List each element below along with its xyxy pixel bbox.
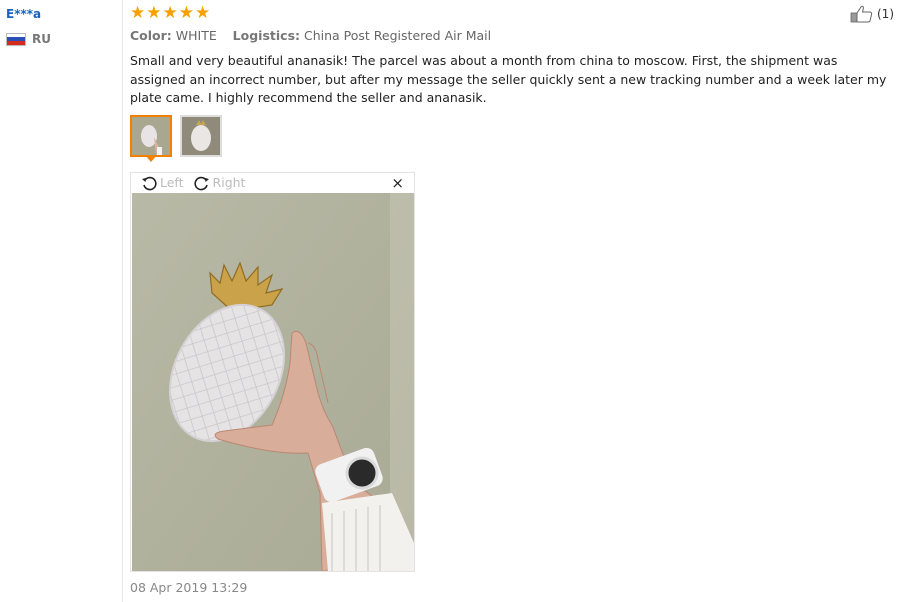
star-icon: ★ [195,3,211,23]
viewer-toolbar: Left Right × [131,173,414,192]
star-icon: ★ [162,3,178,23]
color-label: Color: [130,28,172,43]
star-icon: ★ [146,3,162,23]
star-rating: ★ ★ ★ ★ ★ [130,4,210,22]
review-photo [132,193,414,571]
country-code: RU [32,32,51,46]
review-thumbnails [130,115,222,157]
rotate-right-button[interactable]: Right [193,175,246,191]
rotate-left-icon [142,176,157,190]
photo-thumbnail-2[interactable] [180,115,222,157]
review-date: 08 Apr 2019 13:29 [130,580,248,595]
review-text: Small and very beautiful ananasik! The p… [130,53,887,105]
logistics-value: China Post Registered Air Mail [304,28,492,43]
helpful-count: (1) [877,7,894,21]
helpful-button[interactable]: (1) [850,5,894,23]
photo-thumbnail-1[interactable] [130,115,172,157]
rotate-left-label: Left [160,175,184,190]
reviewer-country: RU [6,32,51,46]
close-icon[interactable]: × [391,174,404,192]
rotate-right-icon [193,176,209,190]
rotate-left-button[interactable]: Left [141,175,184,191]
thumbs-up-icon [850,5,873,23]
russia-flag-icon [6,32,26,46]
photo-viewer: Left Right × [130,172,415,572]
rotate-right-label: Right [212,175,246,190]
star-icon: ★ [178,3,194,23]
logistics-label: Logistics: [232,28,301,43]
order-meta: Color: WHITE Logistics: China Post Regis… [130,28,491,43]
reviewer-name[interactable]: E***a [6,7,41,21]
star-icon: ★ [130,3,146,23]
thumbnail-pointer [145,155,157,162]
color-value: WHITE [175,28,217,43]
reviewer-column: E***a RU [0,0,123,602]
